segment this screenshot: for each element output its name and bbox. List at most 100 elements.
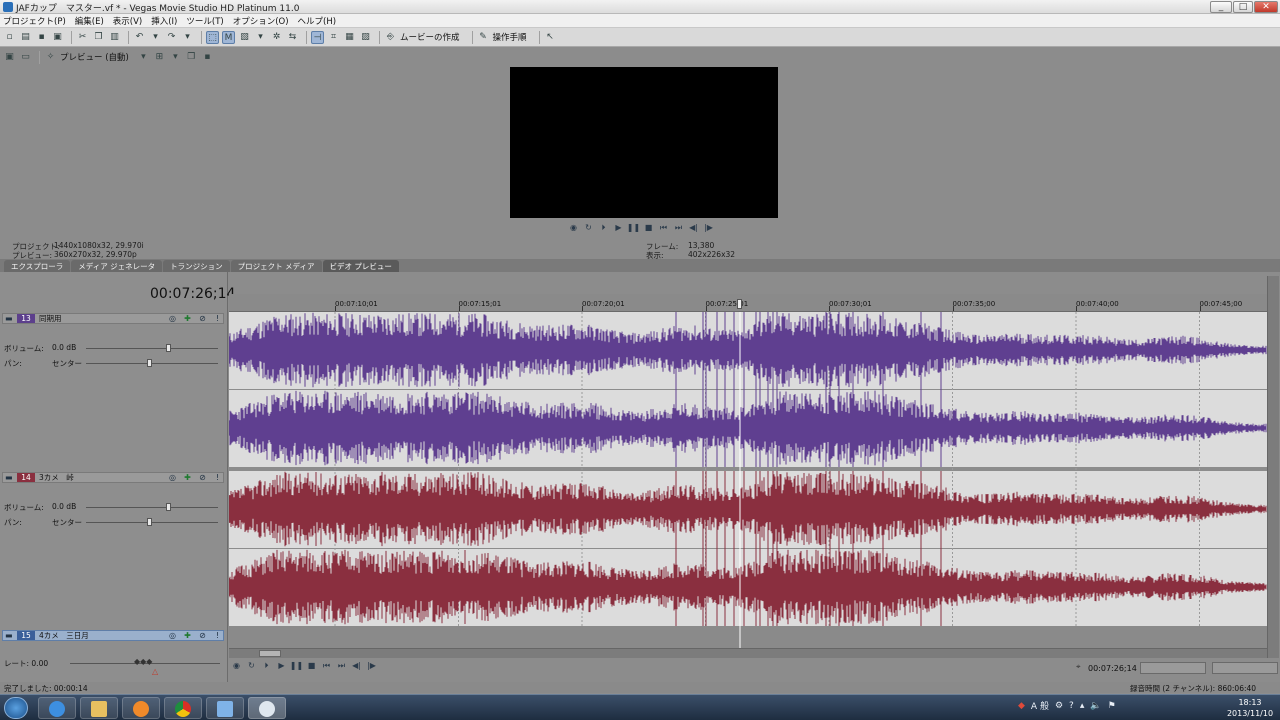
taskbar-paint[interactable] [206, 697, 244, 719]
cursor-timecode[interactable]: 00:07:26;14 [150, 286, 235, 302]
play-from-start-icon[interactable]: ⏵ [259, 660, 274, 672]
taskbar-explorer[interactable] [80, 697, 118, 719]
volume-slider-track[interactable] [86, 507, 218, 508]
volume-slider-handle[interactable] [166, 344, 171, 352]
menu-insert[interactable]: 挿入(I) [151, 15, 177, 27]
ignore-grouping-icon[interactable]: ▦ [343, 31, 356, 44]
rate-slider-handle[interactable]: ◆◆◆ [134, 657, 152, 666]
properties-icon[interactable]: ▣ [51, 31, 64, 44]
menu-tools[interactable]: ツール(T) [186, 15, 223, 27]
track-header-bar[interactable]: ▬ 14 3カメ 峠 ◎ ✚ ⊘ ! [2, 472, 224, 483]
tab-explorer[interactable]: エクスプローラ [4, 260, 71, 272]
minimize-button[interactable]: _ [1210, 1, 1232, 13]
normal-edit-tool-icon[interactable]: ⬚ [206, 30, 219, 44]
tray-network-icon[interactable]: ◆ [1018, 701, 1025, 711]
track-15-lane[interactable] [229, 626, 1267, 648]
redo-icon[interactable]: ↷ [165, 31, 178, 44]
vertical-scrollbar[interactable] [1267, 276, 1279, 658]
stop-icon[interactable]: ■ [641, 222, 656, 234]
tab-media-generators[interactable]: メディア ジェネレータ [71, 260, 163, 272]
redo-dropdown-icon[interactable]: ▾ [181, 31, 194, 44]
track-minimize-icon[interactable]: ▬ [5, 473, 13, 482]
clock[interactable]: 18:13 2013/11/10 [1222, 697, 1278, 719]
whats-this-icon[interactable]: ↖ [544, 31, 557, 44]
taskbar-ie[interactable] [38, 697, 76, 719]
track-minimize-icon[interactable]: ▬ [5, 314, 13, 323]
pan-slider-handle[interactable] [147, 359, 152, 367]
cut-icon[interactable]: ✂ [76, 31, 89, 44]
track-name[interactable]: 3カメ 峠 [39, 473, 74, 482]
volume-slider-track[interactable] [86, 348, 218, 349]
undo-icon[interactable]: ↶ [133, 31, 146, 44]
playhead-marker[interactable] [737, 299, 742, 309]
menu-options[interactable]: オプション(O) [233, 15, 289, 27]
tool-dropdown-icon[interactable]: ▾ [254, 31, 267, 44]
play-icon[interactable]: ▶ [274, 660, 289, 672]
track-header-13[interactable]: ▬ 13 同期用 ◎ ✚ ⊘ ! ボリューム: 0.0 dB パン: センター [2, 313, 224, 468]
preview-quality-dropdown[interactable]: プレビュー (自動) [60, 51, 129, 63]
track-add-icon[interactable]: ✚ [180, 631, 195, 640]
pause-icon[interactable]: ❚❚ [289, 660, 304, 672]
track-header-14[interactable]: ▬ 14 3カメ 峠 ◎ ✚ ⊘ ! ボリューム: 0.0 dB パン: センタ… [2, 472, 224, 627]
pan-slider-track[interactable] [86, 363, 218, 364]
taskbar-vegas[interactable] [248, 697, 286, 719]
mute-icon[interactable]: ⊘ [195, 314, 210, 323]
track-fx-icon[interactable]: ◎ [165, 473, 180, 482]
tray-expand-icon[interactable]: ▴ [1080, 701, 1085, 711]
go-to-start-icon[interactable]: ⏮ [656, 222, 671, 234]
selection-tool-icon[interactable]: ▧ [238, 31, 251, 44]
next-frame-icon[interactable]: |▶ [364, 660, 379, 672]
taskbar-chrome[interactable] [164, 697, 202, 719]
save-snapshot-icon[interactable]: ▪ [201, 51, 214, 64]
play-from-start-icon[interactable]: ⏵ [596, 222, 611, 234]
audio-tracks[interactable] [229, 312, 1267, 648]
stop-icon[interactable]: ■ [304, 660, 319, 672]
pause-icon[interactable]: ❚❚ [626, 222, 641, 234]
track-minimize-icon[interactable]: ▬ [5, 631, 13, 640]
open-icon[interactable]: ▤ [19, 31, 32, 44]
menu-project[interactable]: プロジェクト(P) [3, 15, 66, 27]
loop-playback-icon[interactable]: ↻ [581, 222, 596, 234]
auto-crossfade-icon[interactable]: ▨ [359, 31, 372, 44]
go-to-end-icon[interactable]: ⏭ [671, 222, 686, 234]
selection-length-box[interactable] [1140, 662, 1206, 674]
cursor-position-timecode[interactable]: 00:07:26;14 [1088, 664, 1137, 673]
guide-button[interactable]: 操作手順 [493, 31, 527, 43]
tab-project-media[interactable]: プロジェクト メディア [230, 260, 322, 272]
copy-snapshot-icon[interactable]: ❐ [185, 51, 198, 64]
envelope-tool-icon[interactable]: M [222, 30, 235, 44]
preview-properties-icon[interactable]: ▣ [3, 51, 16, 64]
menu-help[interactable]: ヘルプ(H) [298, 15, 337, 27]
play-icon[interactable]: ▶ [611, 222, 626, 234]
solo-icon[interactable]: ! [210, 314, 225, 323]
go-to-end-icon[interactable]: ⏭ [334, 660, 349, 672]
auto-ripple-icon[interactable]: ⇆ [286, 31, 299, 44]
new-icon[interactable]: ▫ [3, 31, 16, 44]
ime-options-icon[interactable]: ⚙ [1055, 701, 1063, 711]
snapping-icon[interactable]: ⊣ [311, 30, 324, 44]
selection-end-box[interactable] [1212, 662, 1278, 674]
solo-icon[interactable]: ! [210, 631, 225, 640]
loop-playback-icon[interactable]: ↻ [244, 660, 259, 672]
zoom-tool-icon[interactable]: ✲ [270, 31, 283, 44]
lock-envelopes-icon[interactable]: ⌗ [327, 31, 340, 44]
tray-flag-icon[interactable]: ⚑ [1108, 701, 1116, 711]
solo-icon[interactable]: ! [210, 473, 225, 482]
make-movie-button[interactable]: ムービーの作成 [400, 31, 460, 43]
menu-view[interactable]: 表示(V) [113, 15, 142, 27]
taskbar-media-player[interactable] [122, 697, 160, 719]
copy-icon[interactable]: ❐ [92, 31, 105, 44]
horizontal-scroll-thumb[interactable] [259, 650, 281, 657]
preview-quality-icon[interactable]: ✧ [44, 51, 57, 64]
next-frame-icon[interactable]: |▶ [701, 222, 716, 234]
horizontal-scrollbar[interactable] [229, 648, 1267, 658]
timeline-ruler[interactable]: 00:07:10;01 00:07:15;01 00:07:20;01 00:07:2… [229, 294, 1267, 312]
ime-indicator[interactable]: A 般 [1031, 699, 1049, 712]
overlays-dropdown-icon[interactable]: ▾ [169, 51, 182, 64]
pan-slider-track[interactable] [86, 522, 218, 523]
mute-icon[interactable]: ⊘ [195, 473, 210, 482]
previous-frame-icon[interactable]: ◀| [686, 222, 701, 234]
tray-help-icon[interactable]: ? [1069, 701, 1074, 711]
close-button[interactable]: ✕ [1254, 1, 1278, 13]
go-to-start-icon[interactable]: ⏮ [319, 660, 334, 672]
